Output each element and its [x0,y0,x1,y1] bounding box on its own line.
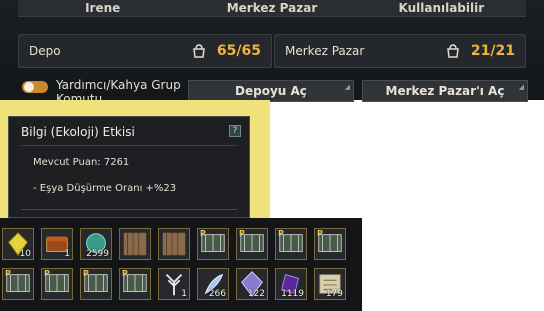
tooltip-highlight [0,100,8,218]
inventory-slot[interactable]: 1 [41,228,73,260]
storage-panel: Irene Merkez Pazar Kullanılabilir Depo 6… [0,0,544,102]
open-storage-label: Depoyu Aç [235,84,307,98]
bag-icon [447,44,459,58]
item-count: 122 [247,289,265,299]
inventory-slot[interactable]: P [236,228,268,260]
item-count: 1119 [281,289,304,299]
inventory-slot[interactable]: P [41,268,73,300]
corner-marker-icon: ◢ [344,83,350,91]
divider [21,209,237,210]
storage-value: 65/65 [216,43,261,59]
inventory-slot[interactable]: 2599 [80,228,112,260]
wooden-wall-icon [123,232,147,256]
inventory-slot[interactable]: 266 [197,268,229,300]
character-name: Irene [85,1,121,15]
open-market-label: Merkez Pazar'ı Aç [385,84,505,98]
inventory-grid: 10 1 2599 P P P P P P P P 1 266 122 1119 179 [0,218,362,311]
premium-badge: P [83,269,89,278]
inventory-slot[interactable]: 10 [2,228,34,260]
toggle-label: Yardımcı/Kahya Grup Komutu [56,78,181,100]
market-value: 21/21 [470,43,515,59]
drop-rate-bonus: - Eşya Düşürme Oranı +%23 [33,183,177,194]
premium-badge: P [239,229,245,238]
premium-badge: P [44,269,50,278]
knowledge-effect-tooltip: Bilgi (Ekoloji) Etkisi ? Mevcut Puan: 72… [8,116,250,218]
market-label: Merkez Pazar [285,44,365,58]
inventory-slot[interactable]: P [197,228,229,260]
inventory-slot[interactable]: 179 [314,268,346,300]
storage-capacity-box: Depo 65/65 [18,34,272,68]
premium-badge: P [122,269,128,278]
inventory-slot[interactable]: 122 [236,268,268,300]
premium-badge: P [200,229,206,238]
open-market-button[interactable]: Merkez Pazar'ı Aç ◢ [362,80,528,102]
location-name: Merkez Pazar [226,1,318,15]
tooltip-highlight [0,100,258,116]
premium-badge: P [278,229,284,238]
open-storage-button[interactable]: Depoyu Aç ◢ [188,80,354,102]
inventory-slot[interactable]: P [314,228,346,260]
item-count: 1 [181,289,187,299]
tooltip-title: Bilgi (Ekoloji) Etkisi [21,125,135,139]
item-count: 2599 [86,249,109,259]
item-count: 266 [208,289,226,299]
corner-marker-icon: ◢ [518,83,524,91]
availability-status: Kullanılabilir [398,1,485,15]
group-command-toggle[interactable]: Yardımcı/Kahya Grup Komutu [22,78,188,100]
inventory-slot[interactable]: P [275,228,307,260]
tooltip-highlight [250,100,270,218]
item-count: 1 [64,249,70,259]
inventory-slot[interactable]: P [2,268,34,300]
inventory-slot[interactable]: P [119,268,151,300]
item-count: 179 [325,289,343,299]
inventory-slot[interactable]: 1 [158,268,190,300]
premium-badge: P [317,229,323,238]
current-points: Mevcut Puan: 7261 [33,157,130,168]
divider [21,145,237,146]
inventory-slot[interactable]: P [80,268,112,300]
inventory-slot[interactable] [158,228,190,260]
item-count: 10 [19,249,31,259]
top-info-bar: Irene Merkez Pazar Kullanılabilir [18,0,526,17]
storage-label: Depo [29,44,61,58]
market-capacity-box: Merkez Pazar 21/21 [274,34,526,68]
premium-badge: P [5,269,11,278]
bag-icon [193,44,205,58]
help-icon[interactable]: ? [229,125,241,137]
inventory-slot[interactable]: 1119 [275,268,307,300]
inventory-slot[interactable] [119,228,151,260]
wooden-wall-icon [162,232,186,256]
toggle-switch[interactable] [22,81,48,93]
